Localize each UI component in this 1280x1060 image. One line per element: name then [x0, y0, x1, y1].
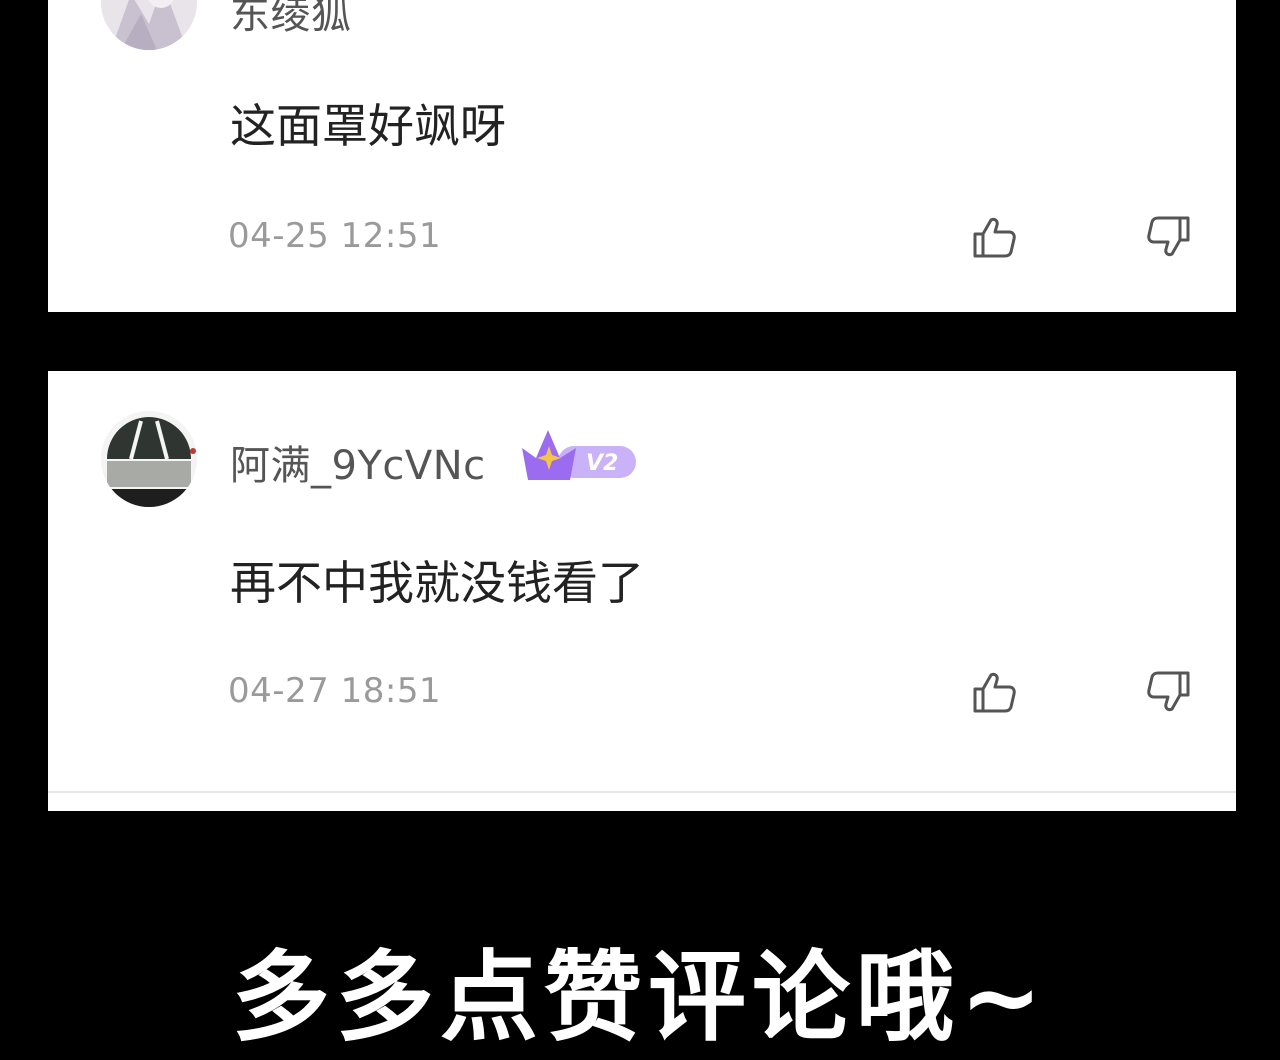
- thumbs-up-icon: [973, 217, 1016, 258]
- badge-level: V2: [586, 451, 618, 476]
- thumbs-down-icon: [1147, 216, 1190, 257]
- dislike-button[interactable]: [1145, 213, 1193, 261]
- thumbs-up-icon: [973, 672, 1016, 713]
- comment-time: 04-27 18:51: [228, 671, 442, 711]
- comment-text: 再不中我就没钱看了: [230, 556, 644, 610]
- avatar-image: [101, 0, 197, 50]
- like-button[interactable]: [970, 668, 1018, 716]
- comment-time: 04-25 12:51: [228, 216, 442, 256]
- user-avatar[interactable]: [101, 0, 197, 50]
- crown-icon: V2: [522, 430, 636, 480]
- dislike-button[interactable]: [1145, 668, 1193, 716]
- comment-text: 这面罩好飒呀: [230, 99, 506, 153]
- username[interactable]: 东绫狐: [230, 0, 352, 40]
- username[interactable]: 阿满_9YcVNc: [230, 433, 486, 491]
- thumbs-down-icon: [1147, 671, 1190, 712]
- footer-banner: 多多点赞评论哦~: [231, 941, 1049, 1055]
- user-avatar[interactable]: [101, 411, 197, 507]
- like-button[interactable]: [970, 213, 1018, 261]
- divider: [48, 791, 1236, 793]
- comment-card: 东绫狐 这面罩好飒呀 04-25 12:51: [48, 0, 1236, 312]
- comment-card: 阿满_9YcVNc V2 再不中我就没钱看了 04-27 18:51: [48, 371, 1236, 811]
- avatar-image: [101, 411, 197, 507]
- vip-badge: V2: [518, 428, 638, 484]
